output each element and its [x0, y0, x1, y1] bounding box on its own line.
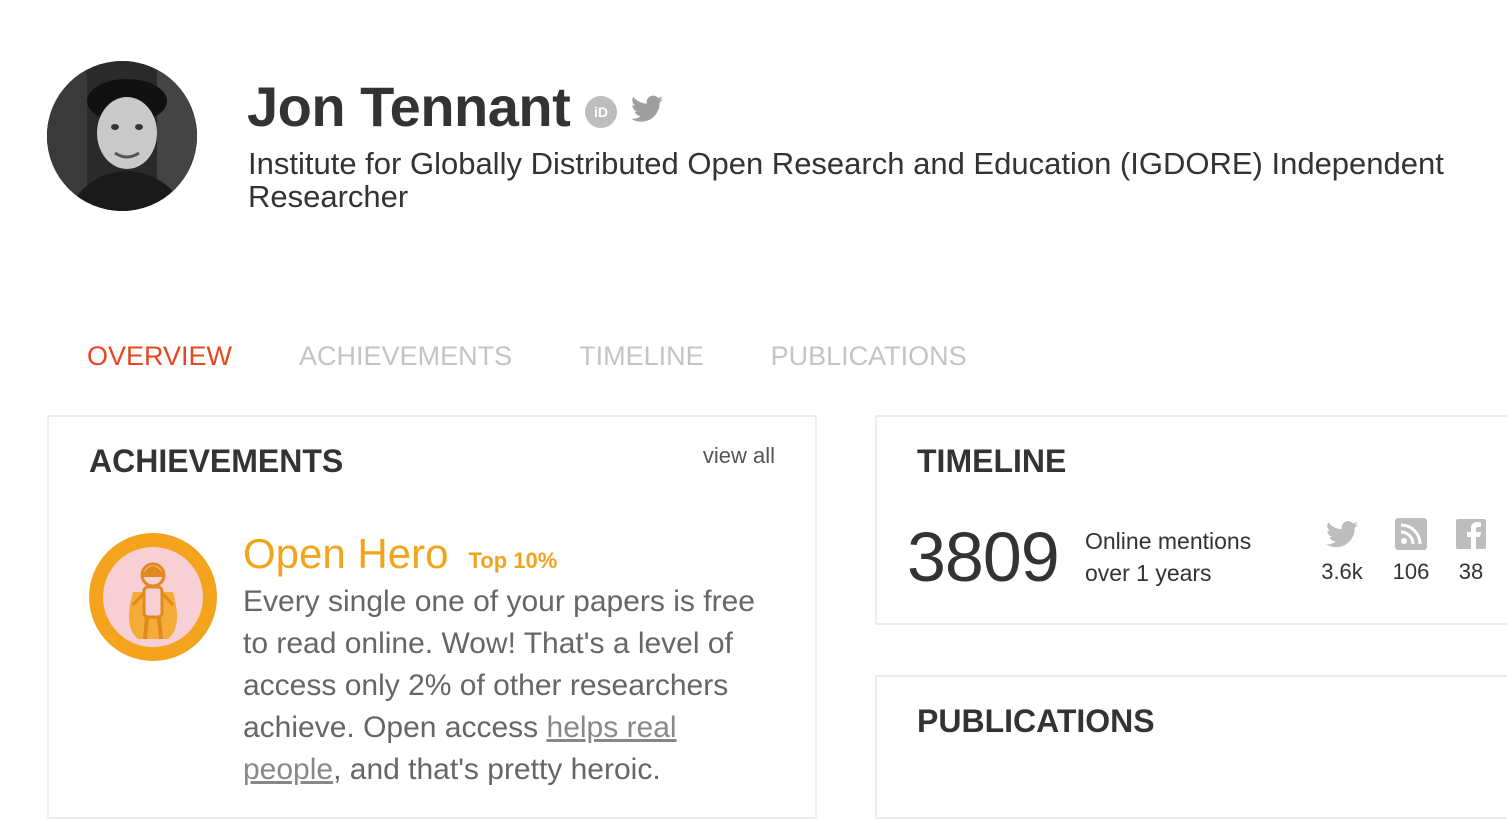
- publications-title: PUBLICATIONS: [917, 703, 1155, 739]
- profile-tabs: OVERVIEW ACHIEVEMENTS TIMELINE PUBLICATI…: [87, 336, 1034, 376]
- avatar: [47, 61, 197, 211]
- timeline-card: TIMELINE 3809 Online mentions over 1 yea…: [875, 415, 1507, 625]
- avatar-photo: [47, 61, 197, 211]
- rss-icon: [1383, 517, 1439, 551]
- tab-overview[interactable]: OVERVIEW: [87, 336, 232, 376]
- timeline-title: TIMELINE: [917, 443, 1067, 479]
- achievements-title: ACHIEVEMENTS: [89, 443, 344, 479]
- blog-count: 106: [1392, 559, 1430, 584]
- view-all-link[interactable]: view all: [703, 443, 775, 469]
- tab-publications[interactable]: PUBLICATIONS: [771, 336, 967, 376]
- mentions-label-line1: Online mentions: [1085, 528, 1252, 554]
- twitter-icon: [1314, 517, 1370, 551]
- twitter-count: 3.6k: [1321, 559, 1363, 584]
- facebook-count: 38: [1458, 559, 1484, 584]
- facebook-mentions[interactable]: 38: [1443, 517, 1499, 585]
- profile-links: iD: [585, 95, 663, 128]
- achievements-card: ACHIEVEMENTS view all Open Hero Top 10% …: [47, 415, 817, 819]
- achievement-heading: Open Hero Top 10%: [243, 529, 557, 579]
- facebook-icon: [1443, 517, 1499, 551]
- affiliation: Institute for Globally Distributed Open …: [248, 146, 1444, 214]
- tab-achievements[interactable]: ACHIEVEMENTS: [299, 336, 512, 376]
- tab-timeline[interactable]: TIMELINE: [579, 336, 704, 376]
- mentions-count: 3809: [907, 518, 1060, 596]
- blog-mentions[interactable]: 106: [1383, 517, 1439, 585]
- achievement-rank: Top 10%: [468, 548, 558, 573]
- orcid-icon[interactable]: iD: [585, 95, 617, 128]
- twitter-mentions[interactable]: 3.6k: [1314, 517, 1370, 585]
- mentions-label-line2: over 1 years: [1085, 560, 1212, 586]
- publications-card: PUBLICATIONS: [875, 675, 1507, 819]
- achievement-name: Open Hero: [243, 530, 449, 577]
- superhero-badge-icon: [89, 533, 217, 661]
- achievement-description: Every single one of your papers is free …: [243, 581, 783, 791]
- achievement-desc-end: , and that's pretty heroic.: [333, 753, 661, 786]
- achievement-desc-text: Every single one of your papers is free …: [243, 585, 755, 744]
- mentions-label: Online mentions over 1 years: [1085, 525, 1251, 589]
- twitter-icon[interactable]: [631, 95, 663, 128]
- profile-name: Jon Tennant: [247, 75, 571, 138]
